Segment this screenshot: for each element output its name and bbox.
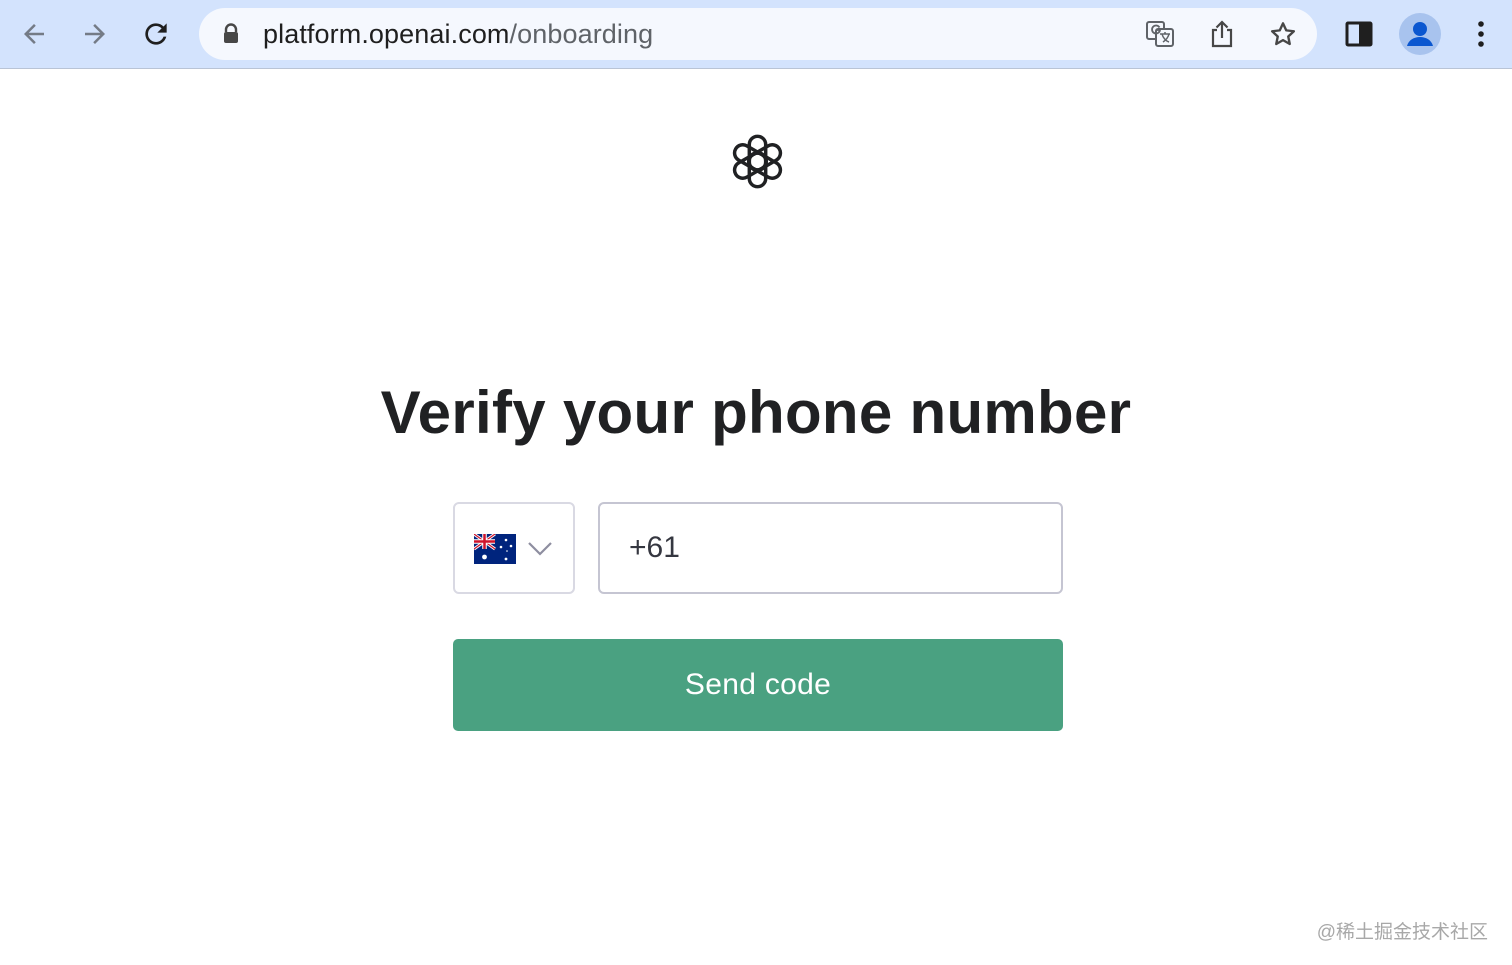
reload-button[interactable]	[136, 14, 176, 54]
profile-avatar-icon	[1407, 22, 1433, 46]
share-button[interactable]	[1206, 18, 1238, 50]
share-icon	[1211, 20, 1233, 48]
bookmark-star-icon	[1270, 22, 1296, 46]
send-code-button[interactable]: Send code	[453, 639, 1063, 731]
reload-icon	[145, 23, 167, 45]
back-arrow-icon	[24, 24, 44, 44]
lock-icon[interactable]	[221, 23, 241, 45]
side-panel-icon	[1345, 21, 1373, 47]
browser-toolbar: platform.openai.com/onboarding	[0, 0, 1512, 69]
profile-avatar[interactable]	[1399, 13, 1441, 55]
watermark-text: @稀土掘金技术社区	[1316, 922, 1488, 943]
page-title: Verify your phone number	[380, 379, 1132, 446]
chevron-down-icon	[528, 542, 552, 556]
more-menu-icon	[1478, 21, 1484, 47]
more-menu-button[interactable]	[1461, 14, 1501, 54]
back-button[interactable]	[14, 14, 54, 54]
phone-number-input[interactable]	[598, 502, 1063, 594]
url-host: platform.openai.com	[263, 19, 510, 49]
translate-button[interactable]	[1144, 18, 1176, 50]
address-bar[interactable]: platform.openai.com/onboarding	[199, 8, 1317, 60]
side-panel-button[interactable]	[1339, 14, 1379, 54]
url-text[interactable]: platform.openai.com/onboarding	[263, 20, 653, 48]
openai-logo	[732, 134, 783, 189]
country-code-select[interactable]	[453, 502, 575, 594]
forward-arrow-icon	[85, 24, 105, 44]
forward-button[interactable]	[75, 14, 115, 54]
bookmark-button[interactable]	[1267, 18, 1299, 50]
australia-flag-icon	[474, 534, 516, 564]
url-path: /onboarding	[509, 19, 654, 49]
translate-icon	[1146, 21, 1174, 47]
